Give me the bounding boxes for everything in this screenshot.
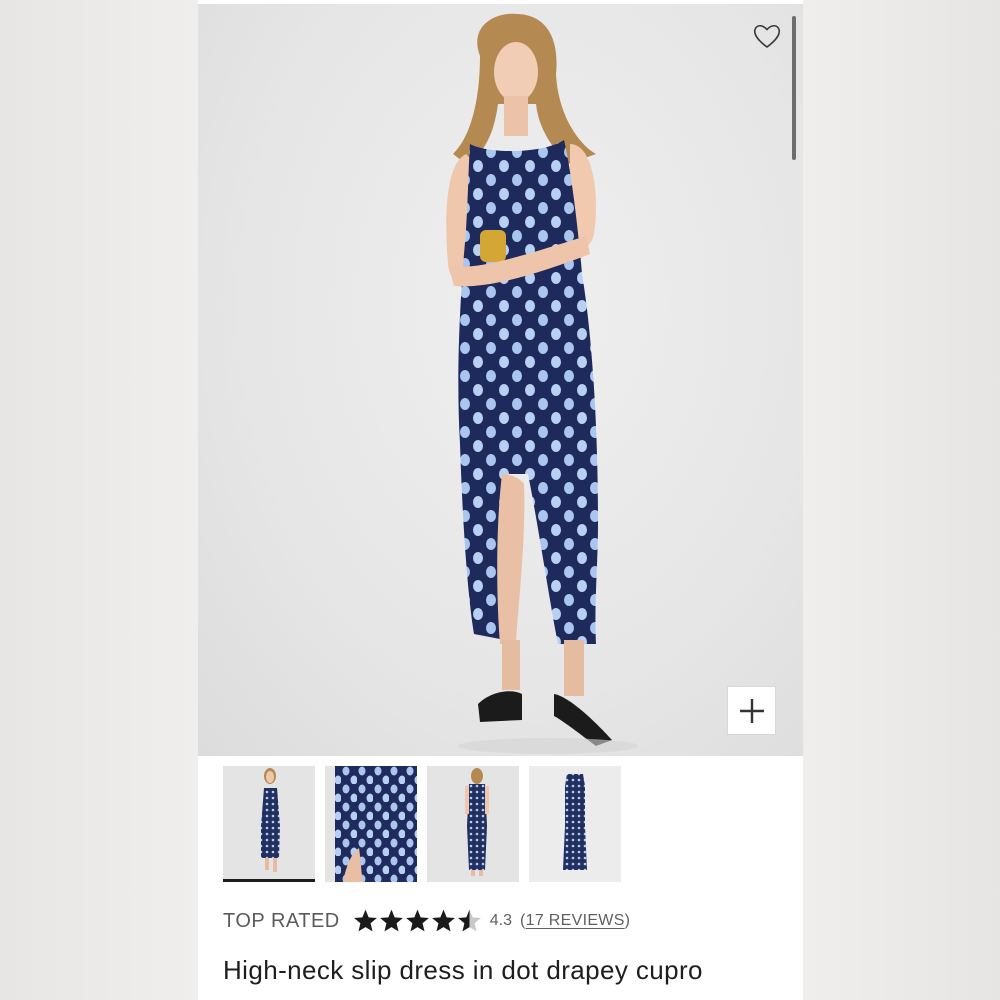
top-rated-badge: TOP RATED [223,909,340,932]
reviews-link[interactable]: 17 REVIEWS [526,912,625,929]
thumbnail-flat[interactable] [529,766,621,882]
star-icon [405,909,429,932]
product-title: High-neck slip dress in dot drapey cupro [223,955,703,985]
scrollbar[interactable] [792,16,796,160]
star-icon [379,909,403,932]
thumbnail-detail[interactable] [325,766,417,882]
thumbnail-image [529,766,621,882]
thumbnail-front[interactable] [223,766,315,882]
reviews-count: (17 REVIEWS) [520,912,631,929]
thumbnail-image [325,766,417,882]
heart-icon [753,24,781,48]
rating-row: TOP RATED 4.3 (17 REVIEWS) [223,906,630,936]
star-icon [353,909,377,932]
star-icon [431,909,455,932]
thumbnail-gallery [223,766,783,884]
thumbnail-image [427,766,519,882]
plus-icon [739,698,764,723]
product-hero-image[interactable] [198,4,803,756]
zoom-button[interactable] [727,686,776,735]
product-panel: TOP RATED 4.3 (17 REVIEWS) High-neck sli… [198,0,803,1000]
rating-score: 4.3 [489,912,512,929]
star-rating[interactable] [352,908,482,934]
background-left [0,0,198,1000]
favorite-button[interactable] [750,20,784,52]
background-right [803,0,1000,1000]
thumbnail-back[interactable] [427,766,519,882]
thumbnail-image [223,766,315,882]
model-photo [446,13,638,754]
half-star-icon [457,909,481,932]
